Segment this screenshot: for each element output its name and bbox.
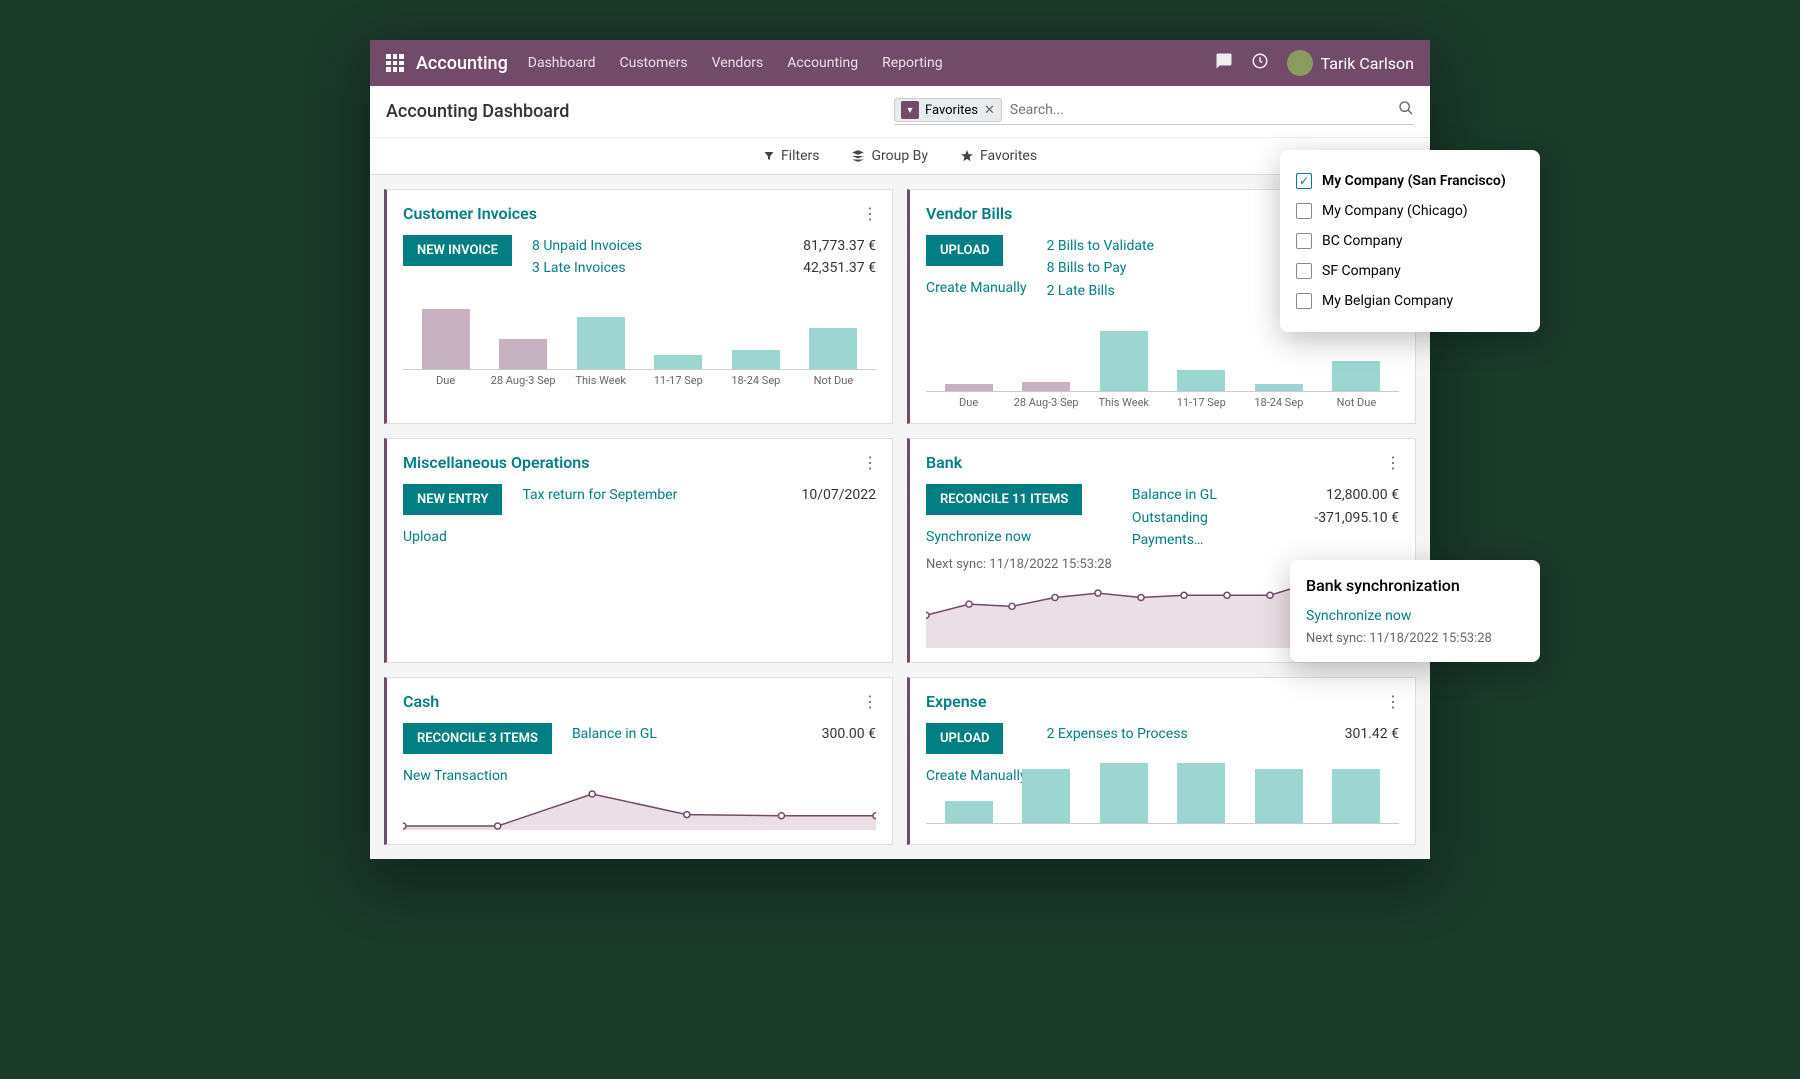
new-entry-button[interactable]: NEW ENTRY <box>403 484 502 515</box>
card-title[interactable]: Expense <box>926 692 1399 711</box>
card-menu-icon[interactable]: ⋮ <box>1385 453 1401 472</box>
messages-icon[interactable] <box>1215 52 1233 74</box>
card-menu-icon[interactable]: ⋮ <box>862 453 878 472</box>
app-name[interactable]: Accounting <box>416 53 508 74</box>
company-option[interactable]: ✓ My Company (San Francisco) <box>1296 166 1524 196</box>
dashboard: ⋮ Customer Invoices NEW INVOICE 8 Unpaid… <box>370 175 1430 859</box>
chart-labels: Due28 Aug-3 SepThis Week11-17 Sep18-24 S… <box>926 392 1399 409</box>
checkbox-icon <box>1296 233 1312 249</box>
upload-link[interactable]: Upload <box>403 529 447 545</box>
checkbox-icon <box>1296 263 1312 279</box>
cash-line-chart <box>403 790 876 830</box>
search-chip[interactable]: ▾ Favorites ✕ <box>894 98 1002 122</box>
company-selector-popup: ✓ My Company (San Francisco) My Company (C… <box>1280 150 1540 332</box>
search-input[interactable] <box>1002 98 1398 122</box>
filters-button[interactable]: Filters <box>763 148 820 164</box>
nav-menu: Dashboard Customers Vendors Accounting R… <box>528 55 943 71</box>
create-manually-link[interactable]: Create Manually <box>926 280 1027 296</box>
company-option[interactable]: BC Company <box>1296 226 1524 256</box>
company-label: SF Company <box>1322 263 1401 279</box>
checkbox-icon: ✓ <box>1296 173 1312 189</box>
new-invoice-button[interactable]: NEW INVOICE <box>403 235 512 266</box>
outstanding-value: -371,095.10 € <box>1289 507 1399 529</box>
nav-customers[interactable]: Customers <box>620 55 688 71</box>
chip-label: Favorites <box>925 103 978 118</box>
card-title[interactable]: Cash <box>403 692 876 711</box>
unpaid-value: 81,773.37 € <box>766 235 876 257</box>
card-customer-invoices: ⋮ Customer Invoices NEW INVOICE 8 Unpaid… <box>384 189 893 424</box>
sync-now-link[interactable]: Synchronize now <box>926 529 1031 545</box>
invoices-bar-chart <box>403 300 876 370</box>
bank-sync-popup: Bank synchronization Synchronize now Nex… <box>1290 560 1540 662</box>
nav-reporting[interactable]: Reporting <box>882 55 943 71</box>
topbar: Accounting Dashboard Customers Vendors A… <box>370 40 1430 86</box>
card-title[interactable]: Miscellaneous Operations <box>403 453 876 472</box>
user-name: Tarik Carlson <box>1321 54 1414 73</box>
favorites-button[interactable]: Favorites <box>960 148 1037 164</box>
apps-grid-icon[interactable] <box>386 54 404 72</box>
sync-popup-link[interactable]: Synchronize now <box>1306 605 1524 627</box>
balance-gl-link[interactable]: Balance in GL <box>1132 484 1269 506</box>
sync-popup-next: Next sync: 11/18/2022 15:53:28 <box>1306 631 1524 646</box>
nav-dashboard[interactable]: Dashboard <box>528 55 596 71</box>
cash-balance-link[interactable]: Balance in GL <box>572 723 746 745</box>
card-menu-icon[interactable]: ⋮ <box>1385 692 1401 711</box>
user-menu[interactable]: Tarik Carlson <box>1287 50 1414 76</box>
checkbox-icon <box>1296 203 1312 219</box>
card-cash: ⋮ Cash RECONCILE 3 ITEMS New Transaction… <box>384 677 893 845</box>
company-label: My Company (San Francisco) <box>1322 173 1506 189</box>
reconcile-cash-button[interactable]: RECONCILE 3 ITEMS <box>403 723 552 754</box>
card-misc-operations: ⋮ Miscellaneous Operations NEW ENTRY Upl… <box>384 438 893 663</box>
sync-popup-title: Bank synchronization <box>1306 576 1524 595</box>
bills-pay-link[interactable]: 8 Bills to Pay <box>1047 257 1269 279</box>
unpaid-invoices-link[interactable]: 8 Unpaid Invoices <box>532 235 746 257</box>
page-title: Accounting Dashboard <box>386 101 569 122</box>
company-option[interactable]: My Company (Chicago) <box>1296 196 1524 226</box>
search-area: ▾ Favorites ✕ <box>894 98 1414 125</box>
late-bills-link[interactable]: 2 Late Bills <box>1047 280 1269 302</box>
tax-return-date: 10/07/2022 <box>766 484 876 506</box>
company-label: My Belgian Company <box>1322 293 1453 309</box>
expense-bar-chart <box>926 794 1399 824</box>
late-invoices-link[interactable]: 3 Late Invoices <box>532 257 746 279</box>
company-label: BC Company <box>1322 233 1403 249</box>
filter-icon: ▾ <box>901 101 919 119</box>
company-label: My Company (Chicago) <box>1322 203 1468 219</box>
card-menu-icon[interactable]: ⋮ <box>862 692 878 711</box>
balance-value: 12,800.00 € <box>1289 484 1399 506</box>
upload-bills-button[interactable]: UPLOAD <box>926 235 1003 266</box>
expense-value: 301.42 € <box>1289 723 1399 745</box>
tax-return-link[interactable]: Tax return for September <box>522 484 746 506</box>
nav-accounting[interactable]: Accounting <box>787 55 858 71</box>
expenses-process-link[interactable]: 2 Expenses to Process <box>1047 723 1269 745</box>
card-title[interactable]: Customer Invoices <box>403 204 876 223</box>
search-row: Accounting Dashboard ▾ Favorites ✕ <box>370 86 1430 138</box>
upload-expense-button[interactable]: UPLOAD <box>926 723 1003 754</box>
cash-balance-value: 300.00 € <box>766 723 876 745</box>
card-expense: ⋮ Expense UPLOAD Create Manually 2 Expen… <box>907 677 1416 845</box>
nav-vendors[interactable]: Vendors <box>712 55 764 71</box>
filter-row: Filters Group By Favorites <box>370 138 1430 175</box>
card-menu-icon[interactable]: ⋮ <box>862 204 878 223</box>
reconcile-bank-button[interactable]: RECONCILE 11 ITEMS <box>926 484 1082 515</box>
next-sync-text: Next sync: 11/18/2022 15:53:28 <box>926 557 1112 572</box>
late-value: 42,351.37 € <box>766 257 876 279</box>
search-icon[interactable] <box>1398 100 1414 120</box>
bills-validate-link[interactable]: 2 Bills to Validate <box>1047 235 1269 257</box>
card-title[interactable]: Bank <box>926 453 1399 472</box>
bills-bar-chart <box>926 322 1399 392</box>
company-option[interactable]: My Belgian Company <box>1296 286 1524 316</box>
activity-icon[interactable] <box>1251 52 1269 74</box>
new-transaction-link[interactable]: New Transaction <box>403 768 508 784</box>
chip-close-icon[interactable]: ✕ <box>984 103 995 118</box>
groupby-button[interactable]: Group By <box>851 148 928 164</box>
checkbox-icon <box>1296 293 1312 309</box>
outstanding-link[interactable]: Outstanding Payments… <box>1132 507 1269 552</box>
company-option[interactable]: SF Company <box>1296 256 1524 286</box>
avatar <box>1287 50 1313 76</box>
chart-labels: Due28 Aug-3 SepThis Week11-17 Sep18-24 S… <box>403 370 876 387</box>
